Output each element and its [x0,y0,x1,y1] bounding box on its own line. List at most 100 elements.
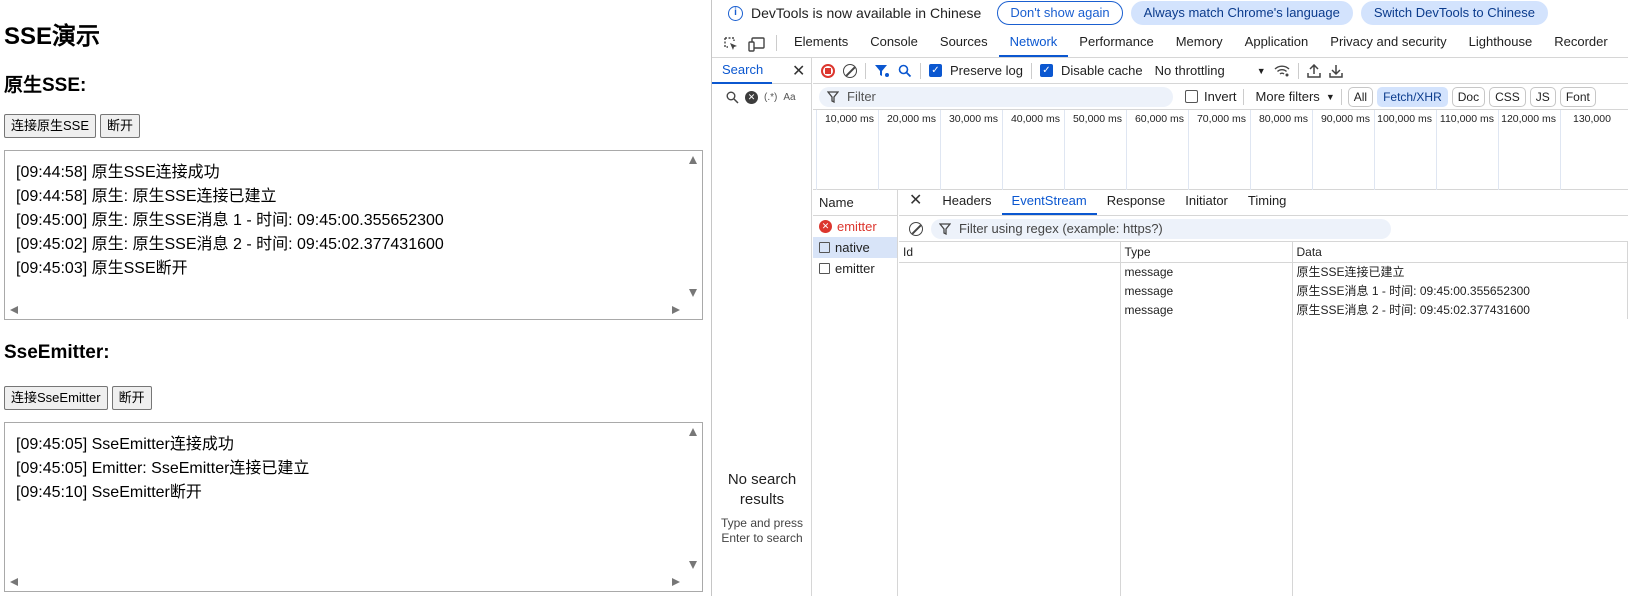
emitter-log-textarea[interactable]: [09:45:05] SseEmitter连接成功 [09:45:05] Emit… [4,422,703,592]
disconnect-native-button[interactable]: 断开 [100,114,141,138]
stop-recording-icon[interactable] [821,63,835,78]
dont-show-again-button[interactable]: Don't show again [997,1,1123,25]
tab-network[interactable]: Network [998,31,1069,57]
scroll-down-arrow-icon[interactable] [689,561,697,569]
vertical-scrollbar[interactable] [685,423,702,574]
filter-chip-doc[interactable]: Doc [1451,86,1486,107]
filter-chip-all[interactable]: All [1347,86,1374,107]
toolbar-separator [1340,88,1342,105]
timeline-tick-label: 130,000 [1573,113,1611,125]
filter-icon[interactable] [874,64,890,78]
regex-toggle[interactable]: (.*) [764,92,777,103]
match-case-toggle[interactable]: Aa [783,92,795,103]
event-id [899,281,1121,300]
filter-chip-font[interactable]: Font [1559,86,1596,107]
disconnect-emitter-button[interactable]: 断开 [111,386,152,410]
timeline-tick: 20,000 ms [878,110,940,190]
preserve-log-checkbox[interactable]: ✓ [929,64,942,77]
export-har-icon[interactable] [1328,64,1343,78]
filter-chip-css[interactable]: CSS [1489,86,1526,107]
scroll-right-arrow-icon[interactable] [672,306,680,314]
search-tab[interactable]: Search [712,58,772,84]
no-results-hint: Type and press Enter to search [720,516,804,545]
detail-tab-eventstream[interactable]: EventStream [1001,189,1097,215]
toolbar-separator [1297,62,1299,79]
clear-log-icon[interactable] [843,63,857,78]
scroll-down-arrow-icon[interactable] [689,289,697,297]
tab-elements[interactable]: Elements [783,31,859,57]
name-column-header[interactable]: Name [813,190,897,216]
tab-application[interactable]: Application [1234,31,1320,57]
scroll-left-arrow-icon[interactable] [10,578,18,586]
connect-emitter-button[interactable]: 连接SseEmitter [4,386,108,410]
more-filters-dropdown[interactable]: More filters [1256,89,1320,104]
detail-tabs: ✕ Headers EventStream Response Initiator Tim… [899,190,1628,216]
event-row[interactable]: message 原生SSE消息 1 - 时间: 09:45:00.35565230… [899,281,1628,300]
request-checkbox-icon[interactable] [819,242,830,253]
always-match-language-button[interactable]: Always match Chrome's language [1130,1,1353,25]
network-conditions-icon[interactable] [1274,64,1290,78]
close-detail-icon[interactable]: ✕ [909,189,922,215]
horizontal-scrollbar[interactable] [5,302,685,319]
filter-chip-fetch-xhr[interactable]: Fetch/XHR [1377,86,1448,107]
detail-tab-headers[interactable]: Headers [932,189,1001,215]
log-line: [09:45:05] SseEmitter连接成功 [16,436,234,453]
search-network-icon[interactable] [898,64,912,78]
timeline-tick: 90,000 ms [1312,110,1374,190]
tab-sources[interactable]: Sources [929,31,999,57]
scroll-left-arrow-icon[interactable] [10,306,18,314]
tab-performance[interactable]: Performance [1068,31,1164,57]
throttling-select[interactable]: No throttling [1155,63,1225,78]
timeline-tick: 110,000 ms [1436,110,1498,190]
request-row[interactable]: native [813,237,897,258]
column-header-data[interactable]: Data [1292,242,1628,263]
chevron-down-icon[interactable]: ▼ [1257,66,1266,76]
device-toolbar-icon[interactable] [744,31,770,57]
clear-search-icon[interactable]: ✕ [745,90,758,104]
horizontal-scrollbar[interactable] [5,574,685,591]
invert-checkbox[interactable] [1185,90,1198,103]
request-row[interactable]: ✕ emitter [813,216,897,237]
filter-chip-js[interactable]: JS [1529,86,1556,107]
column-divider [1120,262,1121,596]
toolbar-separator [865,62,866,79]
tab-lighthouse[interactable]: Lighthouse [1458,31,1544,57]
tab-privacy-and-security[interactable]: Privacy and security [1319,31,1457,57]
tab-console[interactable]: Console [859,31,929,57]
column-header-id[interactable]: Id [899,242,1121,263]
timeline-tick: 100,000 ms [1374,110,1436,190]
chevron-down-icon[interactable]: ▼ [1326,92,1335,102]
switch-to-chinese-button[interactable]: Switch DevTools to Chinese [1360,1,1548,25]
vertical-scrollbar[interactable] [685,151,702,302]
request-row[interactable]: emitter [813,258,897,279]
inspect-element-icon[interactable] [718,31,744,57]
detail-tab-initiator[interactable]: Initiator [1175,189,1238,215]
tab-recorder[interactable]: Recorder [1543,31,1618,57]
column-header-type[interactable]: Type [1120,242,1293,263]
invert-label: Invert [1204,89,1237,104]
scroll-up-arrow-icon[interactable] [689,156,697,164]
detail-tab-timing[interactable]: Timing [1238,189,1297,215]
event-row[interactable]: message 原生SSE消息 2 - 时间: 09:45:02.37743160… [899,300,1628,319]
network-timeline: 10,000 ms 20,000 ms 30,000 ms 40,000 ms 50,0… [813,110,1628,190]
event-filter-input[interactable]: Filter using regex (example: https?) [931,218,1391,239]
network-filter-input[interactable]: Filter [819,86,1173,107]
close-search-icon[interactable]: ✕ [792,61,805,81]
request-detail: ✕ Headers EventStream Response Initiator Tim… [899,190,1628,596]
scroll-right-arrow-icon[interactable] [672,578,680,586]
import-har-icon[interactable] [1306,63,1321,78]
tab-memory[interactable]: Memory [1165,31,1234,57]
event-type: message [1120,281,1293,300]
connect-native-button[interactable]: 连接原生SSE [4,114,97,138]
detail-tab-response[interactable]: Response [1097,189,1176,215]
scroll-up-arrow-icon[interactable] [689,428,697,436]
event-data: 原生SSE消息 1 - 时间: 09:45:00.355652300 [1292,281,1628,300]
language-infobar: i DevTools is now available in Chinese D… [712,0,1628,26]
disable-cache-checkbox[interactable]: ✓ [1039,64,1053,77]
clear-events-icon[interactable] [909,221,923,236]
native-log-textarea[interactable]: [09:44:58] 原生SSE连接成功 [09:44:58] 原生: 原生SSE… [4,150,703,320]
event-row[interactable]: message 原生SSE连接已建立 [899,262,1628,281]
log-line: [09:45:10] SseEmitter断开 [16,484,202,501]
timeline-tick-label: 100,000 ms [1377,113,1432,125]
request-checkbox-icon[interactable] [819,263,830,274]
